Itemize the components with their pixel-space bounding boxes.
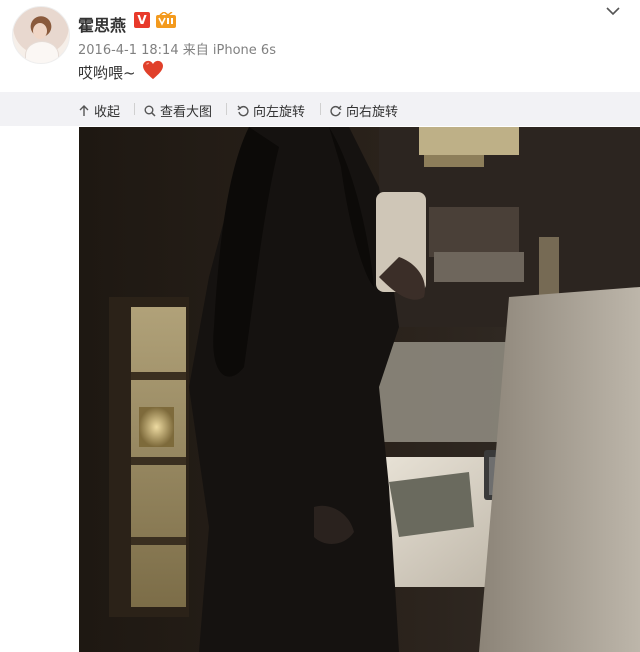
rotate-right-icon xyxy=(330,105,342,116)
rotate-right-label: 向右旋转 xyxy=(346,105,399,120)
chevron-down-icon[interactable] xyxy=(606,6,620,16)
source-prefix: 来自 xyxy=(182,43,209,58)
view-large-button[interactable]: 查看大图 xyxy=(144,101,212,120)
verified-badge-icon: V xyxy=(134,12,150,28)
username[interactable]: 霍思燕 xyxy=(78,12,126,36)
post-photo[interactable] xyxy=(79,127,640,652)
post-header: 霍思燕 V 2016-4-1 18:14 来自 iPhone 6s 哎哟喂~ xyxy=(0,0,640,92)
post-meta: 2016-4-1 18:14 来自 iPhone 6s xyxy=(78,39,276,58)
rotate-left-icon xyxy=(237,105,249,116)
collapse-button[interactable]: 收起 xyxy=(78,101,120,120)
rotate-right-button[interactable]: 向右旋转 xyxy=(330,101,398,120)
avatar-face xyxy=(33,23,47,39)
collapse-label: 收起 xyxy=(94,105,121,120)
heart-icon xyxy=(143,60,163,80)
post-text: 哎哟喂~ xyxy=(78,64,136,82)
view-large-label: 查看大图 xyxy=(160,105,213,120)
toolbar-divider xyxy=(226,103,227,115)
toolbar-divider xyxy=(320,103,321,115)
image-toolbar: 收起 查看大图 向左旋转 向右旋转 xyxy=(0,92,640,126)
avatar[interactable] xyxy=(12,6,70,64)
search-icon xyxy=(144,105,156,117)
left-margin xyxy=(0,127,79,652)
rotate-left-button[interactable]: 向左旋转 xyxy=(237,101,305,120)
toolbar-divider xyxy=(134,103,135,115)
arrow-up-icon xyxy=(79,104,89,116)
rotate-left-label: 向左旋转 xyxy=(253,105,306,120)
post-timestamp[interactable]: 2016-4-1 18:14 xyxy=(78,43,179,58)
source-device[interactable]: iPhone 6s xyxy=(213,43,276,58)
vip-member-icon xyxy=(156,12,176,28)
avatar-dress xyxy=(25,41,59,63)
